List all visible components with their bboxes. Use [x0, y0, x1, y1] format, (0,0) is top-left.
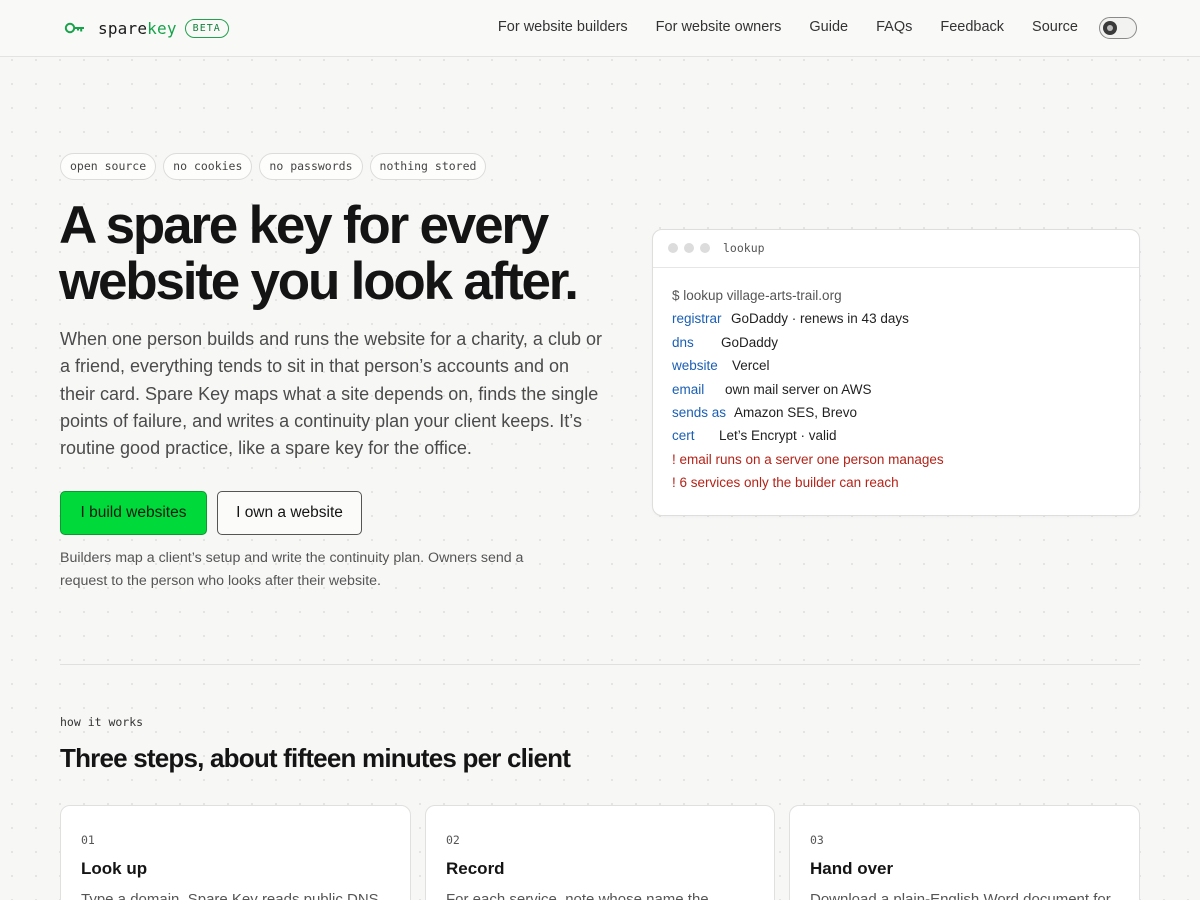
terminal-key: sends as: [672, 404, 727, 420]
terminal-title-bar: lookup: [653, 230, 1139, 268]
hero-description: When one person builds and runs the webs…: [60, 329, 602, 459]
build-websites-button[interactable]: I build websites: [60, 491, 207, 535]
step-number: 03: [810, 833, 824, 847]
step-number: 01: [81, 833, 95, 847]
brand-logo-link[interactable]: sparekey BETA: [64, 17, 229, 39]
terminal-value: Vercel: [732, 358, 770, 374]
terminal-output: $ lookup village-arts-trail.org registra…: [672, 287, 944, 498]
step-text: Type a domain. Spare Key reads public DN…: [81, 891, 379, 900]
step-text: Download a plain-English Word document f…: [810, 891, 1111, 900]
terminal-value: GoDaddy: [721, 334, 779, 350]
terminal-row-cert: cert Let’s Encrypt · valid: [672, 427, 944, 450]
tag-no-passwords: no passwords: [259, 153, 363, 180]
nav-link-for-website-builders[interactable]: For website builders: [498, 19, 628, 35]
hero-title-line-1: A spare key for every: [59, 196, 549, 255]
brand-name: sparekey: [98, 18, 177, 38]
terminal-title: lookup: [723, 241, 765, 255]
step-title: Look up: [81, 859, 148, 878]
feature-tags: open source no cookies no passwords noth…: [60, 153, 487, 180]
terminal-value: own mail server on AWS: [725, 381, 872, 397]
tag-no-cookies: no cookies: [163, 153, 253, 180]
terminal-command: $ lookup village-arts-trail.org: [672, 288, 842, 303]
window-dot-icon: [700, 243, 710, 253]
hero-note: Builders map a client’s setup and write …: [60, 550, 524, 589]
terminal-row-registrar: registrar GoDaddy · renews in 43 days: [672, 310, 944, 333]
beta-badge: BETA: [184, 18, 229, 38]
sun-icon: [1103, 21, 1117, 35]
nav-link-for-website-owners[interactable]: For website owners: [656, 19, 782, 35]
terminal-row-website: website Vercel: [672, 357, 944, 380]
theme-toggle[interactable]: [1099, 17, 1137, 39]
tag-open-source: open source: [60, 153, 157, 180]
step-title: Record: [446, 859, 505, 878]
terminal-key: registrar: [672, 311, 722, 327]
hero-title: A spare key for every website you look a…: [59, 198, 619, 310]
terminal-key: dns: [672, 334, 694, 350]
nav-link-source[interactable]: Source: [1032, 19, 1078, 35]
terminal-row-email: email own mail server on AWS: [672, 381, 944, 404]
main-nav: For website builders For website owners …: [498, 19, 1078, 35]
section-title: Three steps, about fifteen minutes per c…: [60, 743, 571, 773]
tag-nothing-stored: nothing stored: [369, 153, 487, 180]
nav-link-feedback[interactable]: Feedback: [940, 19, 1004, 35]
step-title: Hand over: [810, 859, 894, 878]
lookup-terminal: lookup $ lookup village-arts-trail.org r…: [652, 229, 1140, 516]
step-card-look-up: 01 Look up Type a domain. Spare Key read…: [60, 805, 411, 900]
nav-link-guide[interactable]: Guide: [809, 19, 848, 35]
terminal-key: website: [672, 358, 718, 374]
step-text: For each service, note whose name the: [446, 891, 709, 900]
terminal-key: cert: [672, 428, 695, 444]
window-dot-icon: [684, 243, 694, 253]
hero-title-line-2: website you look after.: [59, 252, 579, 311]
terminal-row-sends-as: sends as Amazon SES, Brevo: [672, 404, 944, 427]
terminal-value: Amazon SES, Brevo: [734, 404, 858, 420]
terminal-value: Let’s Encrypt · valid: [719, 428, 837, 444]
site-header: sparekey BETA For website builders For w…: [0, 0, 1200, 57]
terminal-value: GoDaddy · renews in 43 days: [731, 311, 909, 327]
terminal-key: email: [672, 381, 705, 397]
step-number: 02: [446, 833, 460, 847]
own-website-button[interactable]: I own a website: [217, 491, 362, 535]
step-card-hand-over: 03 Hand over Download a plain-English Wo…: [789, 805, 1140, 900]
terminal-warning: ! 6 services only the builder can reach: [672, 475, 899, 491]
key-icon: [64, 17, 86, 39]
nav-link-faqs[interactable]: FAQs: [876, 19, 912, 35]
step-card-record: 02 Record For each service, note whose n…: [425, 805, 775, 900]
section-kicker: how it works: [60, 715, 144, 729]
terminal-warning: ! email runs on a server one person mana…: [672, 451, 944, 467]
section-divider: [60, 664, 1140, 665]
terminal-row-dns: dns GoDaddy: [672, 334, 944, 357]
window-dot-icon: [668, 243, 678, 253]
